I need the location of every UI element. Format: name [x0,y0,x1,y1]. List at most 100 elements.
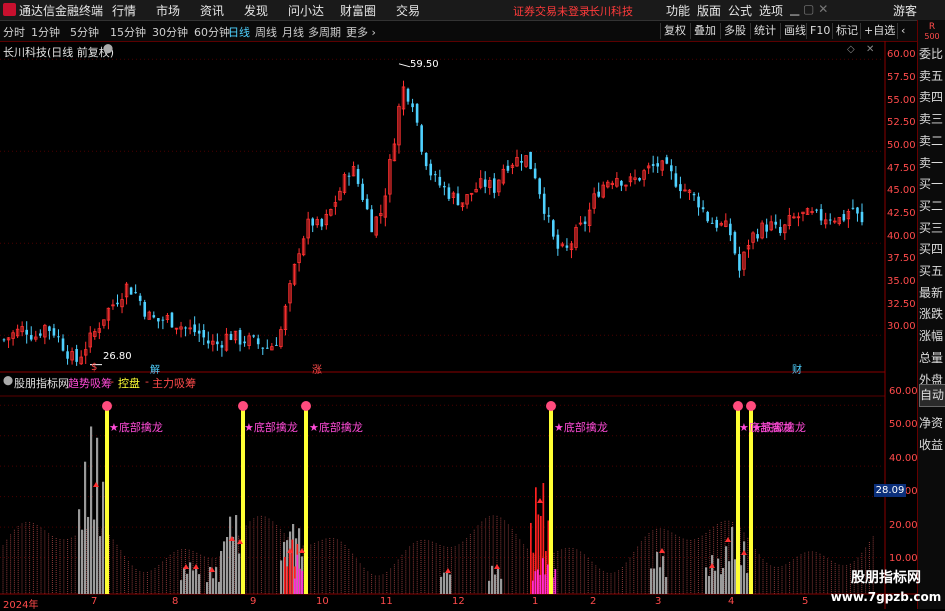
tool-mark[interactable]: 标记 [832,23,861,39]
accumulation-bar [189,562,192,594]
tool-adjust[interactable]: 复权 [660,23,689,39]
up-arrow-icon [725,537,731,542]
candle-body [320,219,324,227]
up-arrow-icon [183,564,189,569]
chart-area[interactable] [0,41,917,609]
app-logo-icon [3,3,16,16]
accumulation-bar [720,574,723,594]
tool-draw[interactable]: 画线 [780,23,809,39]
period-1min[interactable]: 1分钟 [31,24,60,40]
indicator-name[interactable]: 股朋指标网 [14,375,69,391]
menu-function[interactable]: 功能 [666,2,690,19]
quote-field-label: 委比 [919,47,944,61]
login-warning[interactable]: 证券交易未登录 [513,3,590,19]
period-daily[interactable]: 日线 [228,24,250,40]
candle-body [443,185,446,188]
indicator-tick: 60.00 [889,386,918,397]
period-more[interactable]: 更多 › [346,24,376,40]
period-weekly[interactable]: 周线 [255,24,277,40]
tool-stats[interactable]: 统计 [750,23,779,39]
candle-body [2,339,6,341]
accumulation-bar [286,566,289,594]
period-monthly[interactable]: 月线 [282,24,304,40]
tool-overlay[interactable]: 叠加 [690,23,719,39]
candle-body [116,302,119,305]
accumulation-bar [226,536,229,594]
candlestick-series [2,63,864,366]
marker-limit-up[interactable]: 涨 [312,361,322,376]
indicator-tick: 20.00 [889,520,918,531]
marker-unlock[interactable]: 解 [150,361,160,376]
accumulation-bar [539,574,542,594]
period-60min[interactable]: 60分钟 [194,24,230,40]
menu-market[interactable]: 市场 [156,2,180,19]
signal-gem-icon [733,401,743,411]
accumulation-bar [717,558,720,594]
accumulation-bar [206,582,209,594]
period-30min[interactable]: 30分钟 [152,24,188,40]
tool-multistock[interactable]: 多股 [720,23,749,39]
menu-wealth[interactable]: 财富圈 [340,2,376,19]
up-arrow-icon [445,568,451,573]
candle-body [765,224,768,232]
accumulation-bar [296,554,299,594]
legend-trend-accumulate: 趋势吸筹 [68,377,112,390]
period-timeshare[interactable]: 分时 [3,24,25,40]
candle-body [715,219,719,228]
price-tick: 37.50 [887,253,916,264]
quote-field-label: 涨跌 [919,307,944,322]
marker-dollar[interactable]: $ [91,362,97,373]
tool-add-watchlist[interactable]: +自选 [860,23,898,39]
tool-f10[interactable]: F10 [806,23,833,39]
menu-options[interactable]: 选项 [759,2,783,19]
candle-body [229,333,233,340]
accumulation-bar [746,573,749,594]
menu-discover[interactable]: 发现 [244,2,268,19]
candle-body [679,184,682,192]
candle-body [492,178,496,193]
time-tick: 9 [250,596,257,607]
menu-ask[interactable]: 问小达 [288,2,324,19]
candle-body [347,175,351,177]
menu-quotes[interactable]: 行情 [112,2,136,19]
accumulation-bar [192,570,195,594]
close-chart-icon[interactable]: ✕ [866,44,874,55]
accumulation-bar [223,541,226,594]
menu-news[interactable]: 资讯 [200,2,224,19]
accumulation-bar [491,565,494,594]
period-15min[interactable]: 15分钟 [110,24,146,40]
accumulation-bar [212,578,215,594]
time-tick: 5 [802,596,809,607]
price-tick: 40.00 [887,231,916,242]
menu-trade[interactable]: 交易 [396,2,420,19]
watermark: 股朋指标网 www.7gpzb.com [830,568,942,608]
window-controls-icon[interactable]: ▁ ▢ ✕ [790,2,828,16]
quote-field-label: 买三 [919,220,944,235]
candle-body [48,326,51,332]
indicator-current-value: 28.09 [874,484,906,497]
expand-icon[interactable]: ◇ [847,44,855,55]
period-5min[interactable]: 5分钟 [70,24,99,40]
accumulation-bar [650,568,653,594]
marker-finance[interactable]: 财 [792,361,802,376]
candle-body [547,215,551,217]
candle-body [710,222,714,224]
auto-button[interactable]: 自动 [919,384,945,407]
candle-body [738,254,741,271]
quote-field-label: 卖三 [919,112,944,127]
accumulation-bar [99,536,102,594]
signal-label: ★底部擒龙 [109,421,163,434]
quote-field-label: 总量 [919,350,944,365]
menu-formula[interactable]: 公式 [728,2,752,19]
indicator-tick: 40.00 [889,453,918,464]
indicator-settings-icon[interactable]: ⬤ [3,376,13,386]
tool-collapse-icon[interactable]: ‹ [897,23,908,39]
candle-body [206,340,210,344]
menu-layout[interactable]: 版面 [697,2,721,19]
chart-settings-icon[interactable]: ⬤ [103,44,113,54]
period-multi[interactable]: 多周期 [308,24,341,40]
user-guest[interactable]: 游客 [893,2,917,19]
candle-body [361,183,364,200]
candle-body [39,333,42,336]
quote-field-label: 买五 [919,264,944,278]
